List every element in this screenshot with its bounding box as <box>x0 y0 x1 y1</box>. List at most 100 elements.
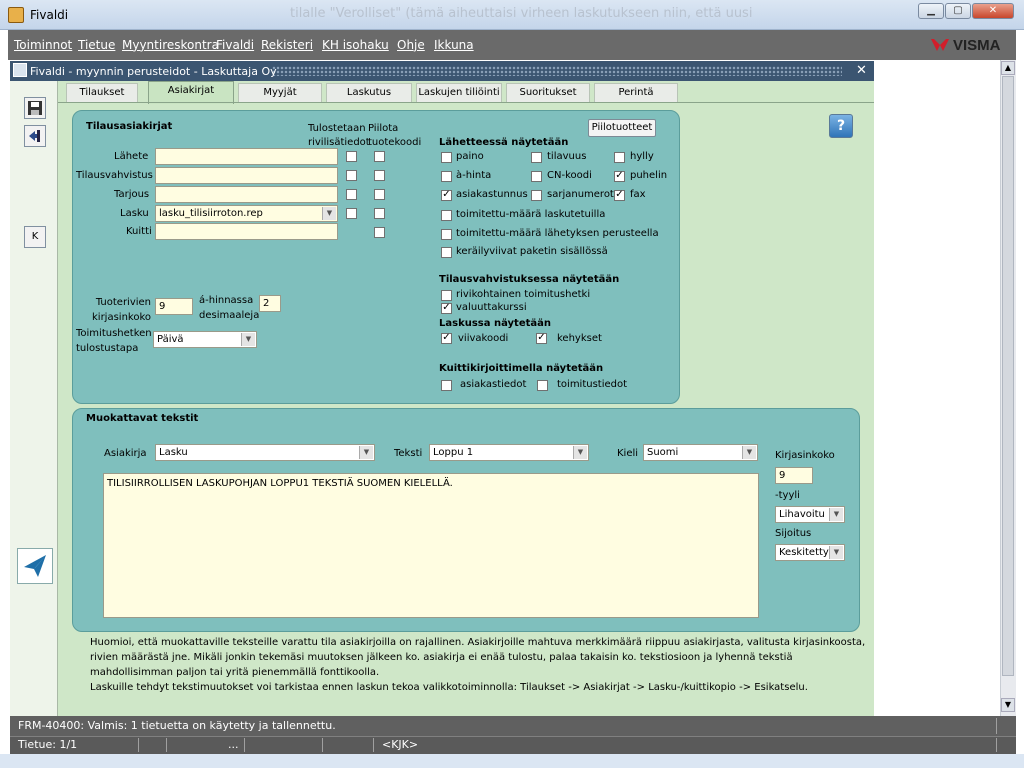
delivery-label-tilavuus: tilavuus <box>547 151 587 162</box>
receipt-label-customer-info: asiakastiedot <box>460 379 527 390</box>
print-rowinfo-checkbox-lasku[interactable] <box>346 208 357 219</box>
invoice-checkbox-frames[interactable]: ✓ <box>536 333 547 344</box>
text-select[interactable]: Loppu 1 ▼ <box>429 444 589 461</box>
print-rowinfo-checkbox-lahete[interactable] <box>346 151 357 162</box>
delivery-checkbox-tilavuus[interactable] <box>531 152 542 163</box>
row-font-size-field[interactable]: 9 <box>155 298 193 315</box>
delivery-checkbox-cn-koodi[interactable] <box>531 171 542 182</box>
receipt-checkbox-customer-info[interactable] <box>441 380 452 391</box>
delivery-checkbox-a-hinta[interactable] <box>441 171 452 182</box>
status-ellipsis: ... <box>228 738 239 751</box>
doc-field-tarjous[interactable] <box>155 186 338 203</box>
window-title: Fivaldi <box>30 8 69 22</box>
status-message: FRM-40400: Valmis: 1 tietuetta on käytet… <box>18 719 336 732</box>
scroll-up-arrow-icon[interactable]: ▲ <box>1001 61 1015 75</box>
k-button[interactable]: K <box>24 226 46 248</box>
delivery-checkbox-fax[interactable]: ✓ <box>614 190 625 201</box>
language-select[interactable]: Suomi ▼ <box>643 444 758 461</box>
delivery-checkbox-puhelin[interactable]: ✓ <box>614 171 625 182</box>
delivery-checkbox-paino[interactable] <box>441 152 452 163</box>
text-style-select[interactable]: Lihavoitu ▼ <box>775 506 845 523</box>
close-window-button[interactable]: ✕ <box>972 3 1014 19</box>
dropdown-arrow-icon[interactable]: ▼ <box>829 508 843 521</box>
delivery-print-mode-label: Toimitushetken tulostustapa <box>76 328 152 354</box>
print-rowinfo-checkbox-tilausvahvistus[interactable] <box>346 170 357 181</box>
receipt-checkbox-delivery-info[interactable] <box>537 380 548 391</box>
delivery-checkbox-delivered-by-shipment[interactable] <box>441 229 452 240</box>
doc-select-lasku[interactable]: lasku_tilisiirroton.rep ▼ <box>155 205 338 222</box>
hide-code-checkbox-kuitti[interactable] <box>374 227 385 238</box>
delivery-checkbox-sarjanumerot[interactable] <box>531 190 542 201</box>
delivery-print-mode-select[interactable]: Päivä ▼ <box>153 331 257 348</box>
menu-fivaldi[interactable]: Fivaldi <box>216 38 254 52</box>
maximize-button[interactable]: ▢ <box>945 3 971 19</box>
hide-productcode-header: Piilota tuotekoodi <box>368 123 422 148</box>
menu-myyntireskontra[interactable]: Myyntireskontra <box>122 38 219 52</box>
minimize-button[interactable]: ▁ <box>918 3 944 19</box>
hide-code-checkbox-lasku[interactable] <box>374 208 385 219</box>
tab-laskujen-tiliointi[interactable]: Laskujen tiliöinti <box>416 83 502 102</box>
status-divider <box>996 738 997 752</box>
inner-window-title: Fivaldi - myynnin perusteidot - Laskutta… <box>30 65 277 78</box>
delivery-checkbox-hylly[interactable] <box>614 152 625 163</box>
dropdown-arrow-icon[interactable]: ▼ <box>241 333 255 346</box>
menu-rekisteri[interactable]: Rekisteri <box>261 38 313 52</box>
doc-field-tilausvahvistus[interactable] <box>155 167 338 184</box>
decimals-field[interactable]: 2 <box>259 295 281 312</box>
doc-label-kuitti: Kuitti <box>126 226 152 237</box>
text-style-label: -tyyli <box>775 490 800 501</box>
delivery-checkbox-picking-lines[interactable] <box>441 247 452 258</box>
tab-suoritukset[interactable]: Suoritukset <box>506 83 590 102</box>
doc-label-tarjous: Tarjous <box>114 189 150 200</box>
document-select-value: Lasku <box>159 447 188 458</box>
tab-laskutus[interactable]: Laskutus <box>326 83 412 102</box>
print-rowinfo-checkbox-tarjous[interactable] <box>346 189 357 200</box>
fivaldi-logo-icon[interactable] <box>17 548 53 584</box>
document-select[interactable]: Lasku ▼ <box>155 444 375 461</box>
text-font-size-label: Kirjasinkoko <box>775 450 835 461</box>
dropdown-arrow-icon[interactable]: ▼ <box>742 446 756 459</box>
tab-asiakirjat[interactable]: Asiakirjat <box>148 81 234 104</box>
editable-text-area[interactable]: TILISIIRROLLISEN LASKUPOHJAN LOPPU1 TEKS… <box>103 473 759 618</box>
status-record-bar <box>10 736 1016 754</box>
delivery-checkbox-asiakastunnus[interactable]: ✓ <box>441 190 452 201</box>
help-icon[interactable]: ? <box>829 114 853 138</box>
visma-logo-mark-icon <box>931 39 949 51</box>
invoice-checkbox-barcode[interactable]: ✓ <box>441 333 452 344</box>
status-divider <box>322 738 323 752</box>
row-font-size-label: Tuoterivien kirjasinkoko <box>92 297 152 323</box>
save-icon[interactable] <box>24 97 46 119</box>
confirmation-checkbox-row-delivery[interactable] <box>441 290 452 301</box>
receipt-printer-title: Kuittikirjoittimella näytetään <box>439 363 604 374</box>
hidden-products-button[interactable]: Piilotuotteet <box>588 119 656 137</box>
menu-tietue[interactable]: Tietue <box>78 38 115 52</box>
delivery-checkbox-delivered-invoiced[interactable] <box>441 210 452 221</box>
dropdown-arrow-icon[interactable]: ▼ <box>359 446 373 459</box>
scroll-down-arrow-icon[interactable]: ▼ <box>1001 698 1015 712</box>
app-icon <box>8 7 24 23</box>
exit-icon[interactable] <box>24 125 46 147</box>
doc-field-kuitti[interactable] <box>155 223 338 240</box>
tab-tilaukset[interactable]: Tilaukset <box>66 83 138 102</box>
doc-field-lahete[interactable] <box>155 148 338 165</box>
confirmation-checkbox-exchange-rate[interactable]: ✓ <box>441 303 452 314</box>
doc-label-tilausvahvistus: Tilausvahvistus <box>76 170 153 181</box>
hide-code-checkbox-lahete[interactable] <box>374 151 385 162</box>
hide-code-checkbox-tilausvahvistus[interactable] <box>374 170 385 181</box>
tab-myyjat[interactable]: Myyjät <box>238 83 322 102</box>
scroll-thumb[interactable] <box>1002 76 1014 676</box>
hide-code-checkbox-tarjous[interactable] <box>374 189 385 200</box>
text-position-select[interactable]: Keskitetty ▼ <box>775 544 845 561</box>
menu-kh-isohaku[interactable]: KH isohaku <box>322 38 389 52</box>
inner-close-icon[interactable]: ✕ <box>856 63 867 78</box>
dropdown-arrow-icon[interactable]: ▼ <box>322 207 336 220</box>
menu-ikkuna[interactable]: Ikkuna <box>434 38 474 52</box>
menu-ohje[interactable]: Ohje <box>397 38 425 52</box>
text-font-size-field[interactable]: 9 <box>775 467 813 484</box>
tab-perinta[interactable]: Perintä <box>594 83 678 102</box>
dropdown-arrow-icon[interactable]: ▼ <box>573 446 587 459</box>
menu-toiminnot[interactable]: Toiminnot <box>14 38 72 52</box>
dropdown-arrow-icon[interactable]: ▼ <box>829 546 843 559</box>
delivery-label-a-hinta: à-hinta <box>456 170 492 181</box>
delivery-label-fax: fax <box>630 189 646 200</box>
